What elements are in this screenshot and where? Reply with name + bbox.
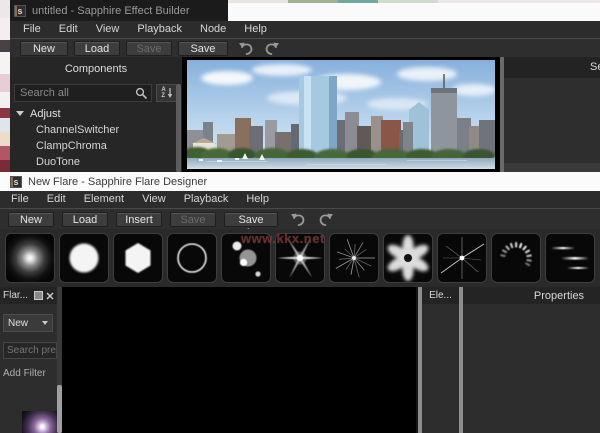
save-button: Save [126,41,172,56]
flare-thumb-thin-rays[interactable] [437,233,487,283]
flare-thumb-disc[interactable] [59,233,109,283]
undo-icon[interactable] [238,42,254,55]
effect-builder-title: untitled - Sapphire Effect Builder [32,5,190,17]
sapphire-app-icon: s [14,5,26,17]
flare-thumb-horizontal-streaks[interactable] [545,233,595,283]
screen: s untitled - Sapphire Effect Builder Fil… [0,0,600,433]
preview-viewport[interactable] [182,57,500,172]
save-as-button[interactable]: Save As [178,41,228,56]
preset-search[interactable] [3,342,57,359]
tree-item-channelswitcher[interactable]: ChannelSwitcher [10,122,202,138]
undo-icon[interactable] [290,213,306,226]
flare-designer-titlebar[interactable]: s New Flare - Sapphire Flare Designer [0,172,600,191]
load-button[interactable]: Load [74,41,120,56]
flare-thumb-ray-burst[interactable] [329,233,379,283]
flare-designer-window: s New Flare - Sapphire Flare Designer Fi… [0,172,600,433]
sort-az-button[interactable]: AZ [156,84,178,102]
redo-icon[interactable] [264,42,280,55]
save-as-button[interactable]: Save As [224,212,278,227]
menu-playback[interactable]: Playback [128,21,191,38]
tree-expand-icon[interactable] [16,111,24,116]
sort-az-icon: AZ [161,87,165,99]
flare-thumb-star-spikes[interactable] [275,233,325,283]
down-arrow-icon [167,87,173,99]
effect-builder-toolbar: New Load Save Save As [10,38,600,57]
preset-search-input[interactable] [4,345,56,356]
properties-panel-header: Properties [463,287,600,304]
flare-thumb-bokeh-circles[interactable] [221,233,271,283]
tree-group-label: Adjust [30,108,61,120]
parameters-panel-header: Selec [504,57,600,78]
flare-designer-menubar: File Edit Element View Playback Help [0,191,600,208]
menu-node[interactable]: Node [191,21,235,38]
flares-panel-header: Flar... [0,287,57,304]
components-search[interactable] [14,84,152,102]
menu-element[interactable]: Element [75,191,133,208]
flare-preset-thumbnail[interactable] [22,411,57,433]
menu-view[interactable]: View [87,21,129,38]
flare-designer-toolbar: New Load Insert Save Save As [0,208,600,229]
menu-file[interactable]: File [14,21,50,38]
redo-icon[interactable] [318,213,334,226]
preset-dropdown[interactable]: New [3,314,53,332]
flare-designer-title: New Flare - Sapphire Flare Designer [28,176,207,188]
elements-panel-title: Ele... [429,290,452,301]
new-button[interactable]: New [8,212,54,227]
properties-panel-body [463,304,600,433]
menu-help[interactable]: Help [237,191,278,208]
effect-builder-menubar: File Edit View Playback Node Help [10,21,600,38]
menu-help[interactable]: Help [235,21,276,38]
close-icon[interactable] [46,292,54,300]
save-button: Save [170,212,216,227]
dock-icon[interactable] [34,291,43,300]
flare-thumb-soft-petals[interactable] [383,233,433,283]
sapphire-app-icon: s [10,176,22,188]
effect-builder-titlebar[interactable]: s untitled - Sapphire Effect Builder [10,0,228,21]
flare-thumb-soft-glow[interactable] [5,233,55,283]
load-button[interactable]: Load [62,212,108,227]
tree-group-adjust[interactable]: Adjust [10,106,176,121]
chevron-down-icon [42,321,48,325]
menu-playback[interactable]: Playback [175,191,238,208]
flares-panel-title: Flar... [3,290,31,301]
preset-dropdown-value: New [8,318,28,329]
flare-thumb-dashed-crescent[interactable] [491,233,541,283]
properties-panel: Properties [463,287,600,433]
menu-file[interactable]: File [2,191,38,208]
flare-designer-panels: Flar... New Add Filter [0,287,600,433]
flare-thumb-ring[interactable] [167,233,217,283]
parameters-panel: Selec [504,57,600,172]
flare-thumb-hexagon[interactable] [113,233,163,283]
preview-image [187,60,495,169]
components-scrollbar[interactable] [176,84,181,172]
background-window-sliver-left [0,0,10,172]
flare-canvas-viewport[interactable] [62,287,416,433]
elements-panel-header: Ele... [422,287,459,304]
tree-item-duotone[interactable]: DuoTone [10,154,202,170]
effect-builder-window: s untitled - Sapphire Effect Builder Fil… [10,0,600,172]
components-panel-title: Components [10,63,182,75]
elements-panel: Ele... [422,287,459,433]
parameters-panel-footer [504,163,600,172]
components-search-input[interactable] [15,87,135,99]
insert-button[interactable]: Insert [116,212,162,227]
properties-panel-title: Properties [534,290,584,302]
add-filter-label[interactable]: Add Filter [3,368,46,379]
menu-edit[interactable]: Edit [38,191,75,208]
element-thumbnail-strip [0,229,600,287]
flares-panel: Flar... New Add Filter [0,287,57,433]
tree-item-clampchroma[interactable]: ClampChroma [10,138,202,154]
components-panel: Components AZ Adjust ChannelSwitcher Cla… [10,57,182,172]
menu-view[interactable]: View [133,191,175,208]
search-icon [135,87,151,99]
new-button[interactable]: New [20,41,68,56]
elements-panel-body [422,304,459,433]
menu-edit[interactable]: Edit [50,21,87,38]
